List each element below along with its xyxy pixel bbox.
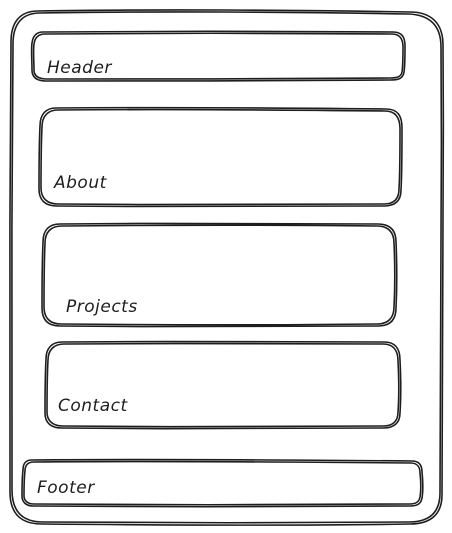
projects-label: Projects: [66, 297, 138, 317]
about-label: About: [54, 173, 107, 193]
header-label: Header: [47, 58, 112, 78]
page-frame: [8, 9, 445, 526]
contact-label: Contact: [58, 396, 128, 416]
footer-label: Footer: [37, 478, 95, 498]
wireframe-sketch: [8, 9, 445, 526]
